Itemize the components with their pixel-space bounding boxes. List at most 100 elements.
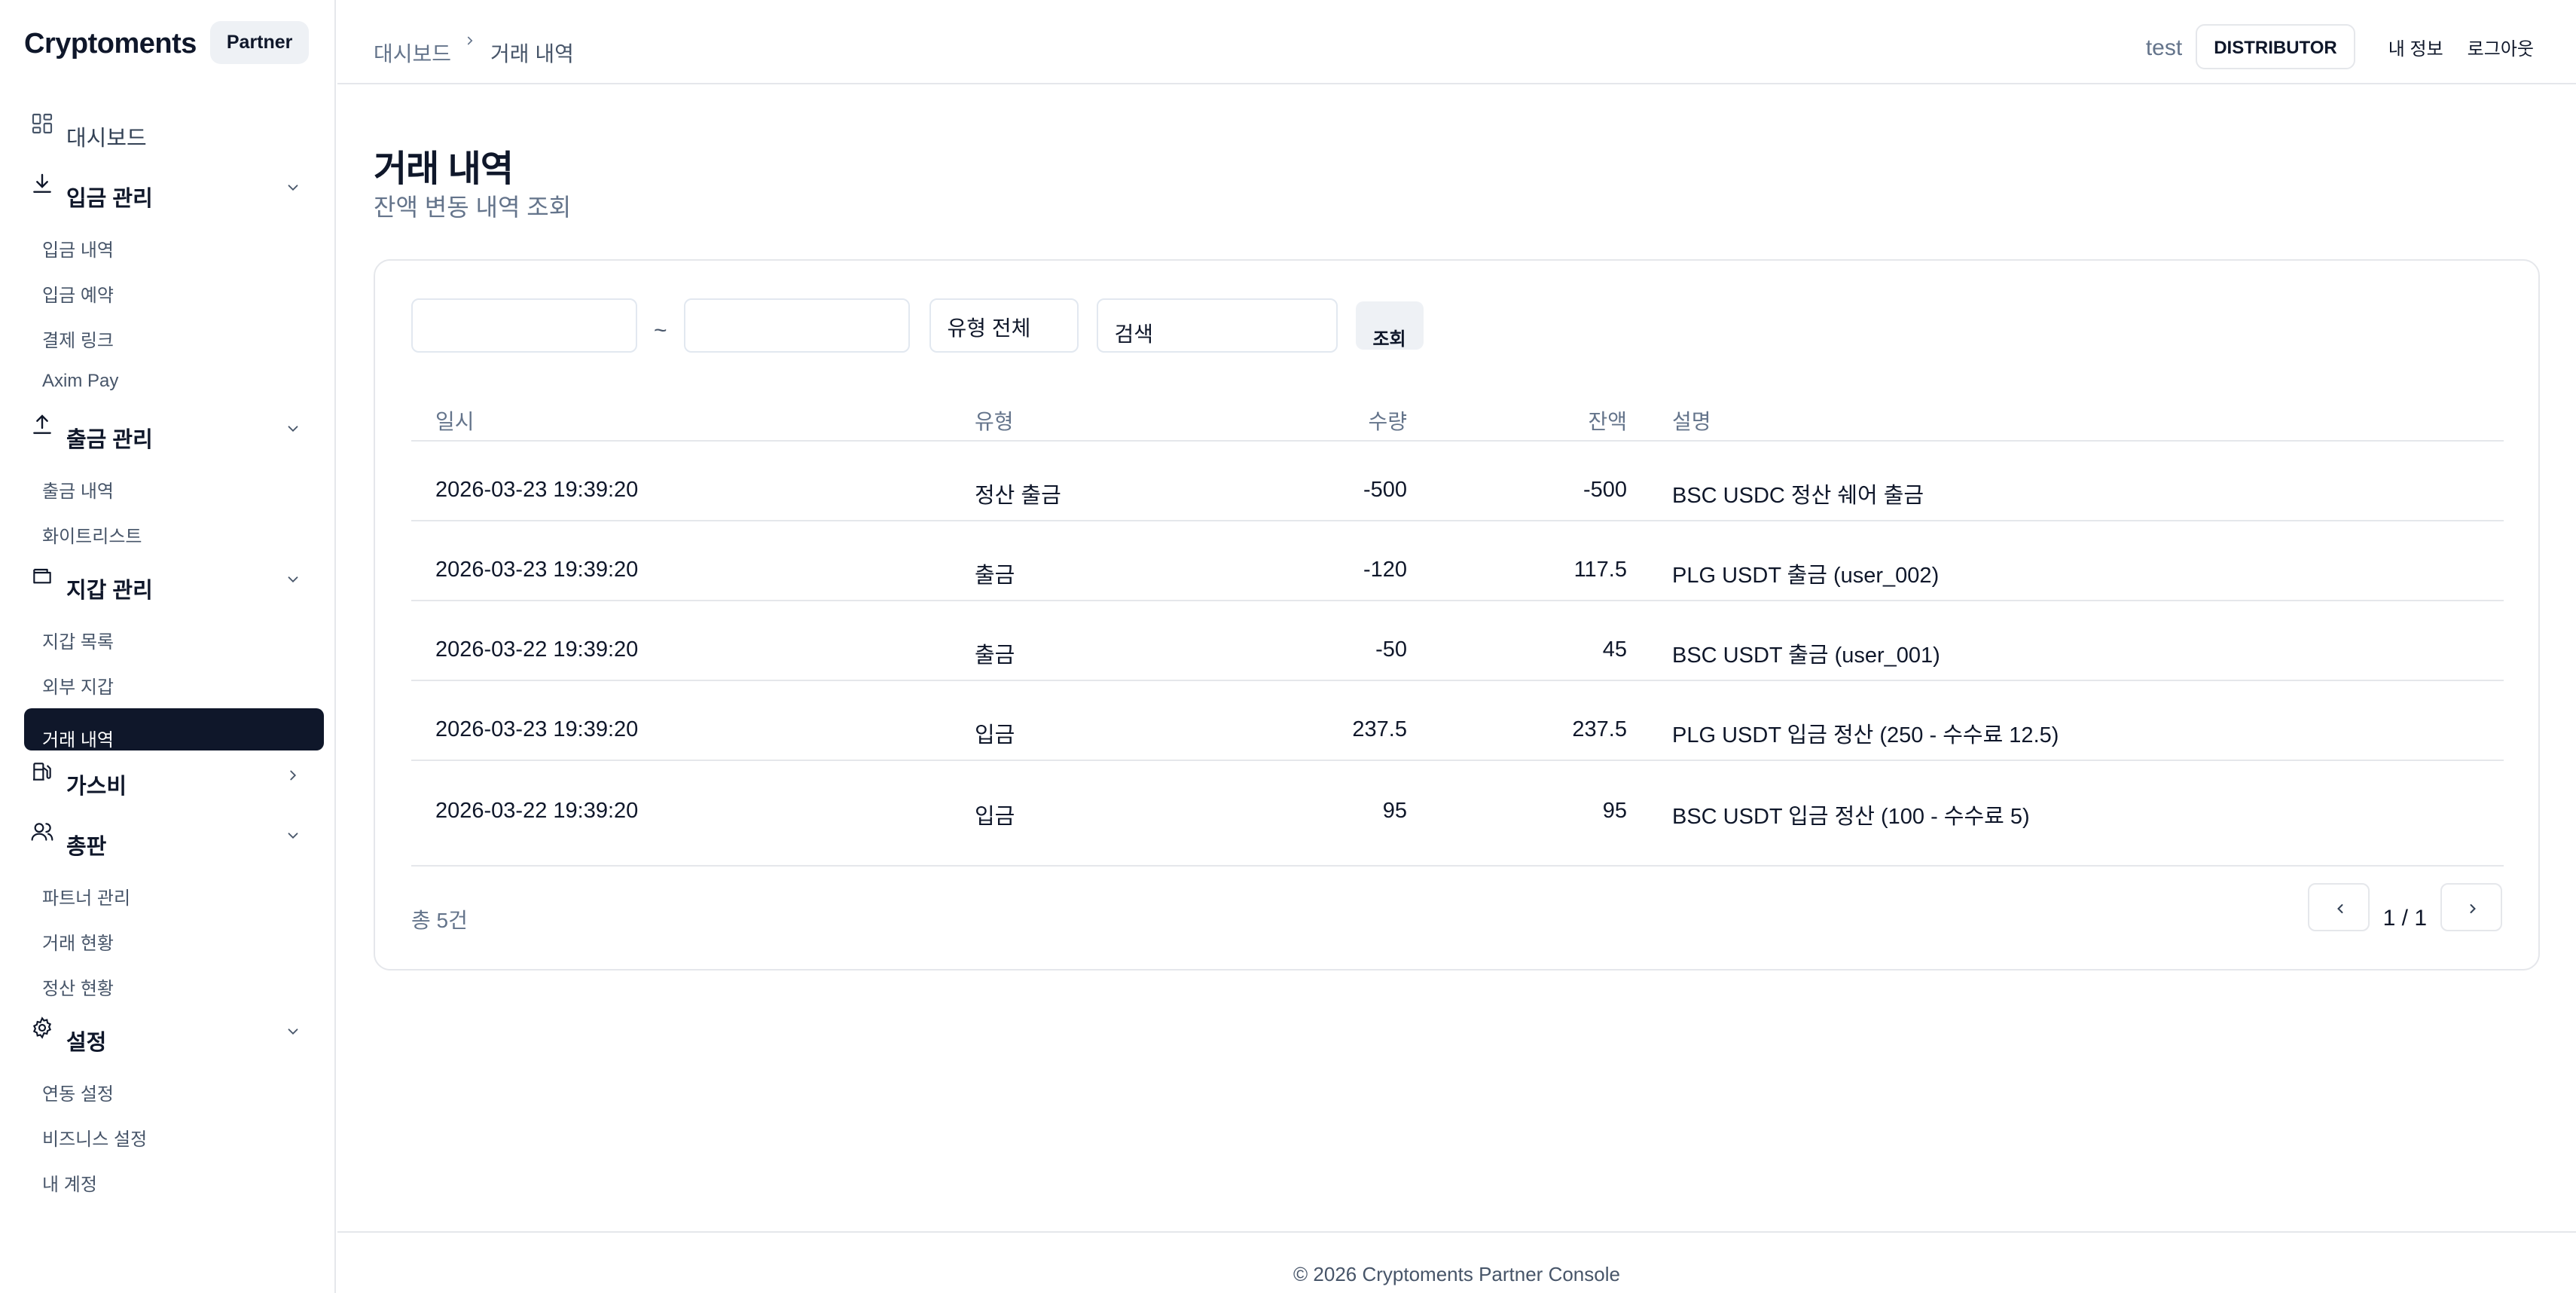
cell-description: PLG USDT 출금 (user_002) <box>1672 564 1940 588</box>
next-page-button[interactable] <box>2440 883 2502 931</box>
search-input[interactable]: 검색 <box>1096 298 1338 353</box>
sidebar-item-external-wallet[interactable]: 외부 지갑 <box>0 663 334 708</box>
cell-date: 2026-03-23 19:39:20 <box>435 717 639 741</box>
cell-amount: -50 <box>1375 637 1407 662</box>
chevron-down-icon <box>288 426 298 433</box>
cell-balance: -500 <box>1583 478 1627 502</box>
cell-type: 입금 <box>975 723 1015 747</box>
wallet-icon <box>33 568 51 584</box>
sidebar-item-label: 거래 현황 <box>42 934 114 954</box>
sidebar-item-deposit-reservation[interactable]: 입금 예약 <box>0 271 334 316</box>
cell-date: 2026-03-22 19:39:20 <box>435 637 639 662</box>
breadcrumb-current: 거래 내역 <box>490 42 574 66</box>
end-date-input[interactable] <box>683 298 910 353</box>
sidebar-item-deposit-history[interactable]: 입금 내역 <box>0 226 334 271</box>
sidebar-item-label: 정산 현황 <box>42 979 114 999</box>
sidebar-item-settlement-status[interactable]: 정산 현황 <box>0 964 334 1010</box>
breadcrumb-dashboard-link[interactable]: 대시보드 <box>374 38 451 68</box>
sidebar: Cryptoments Partner 대시보드 입금 관리 입금 내역 입금 … <box>0 0 336 1293</box>
cell-type: 입금 <box>975 805 1015 829</box>
cell-type: 출금 <box>975 564 1015 588</box>
sidebar-group-label: 설정 <box>66 1031 107 1055</box>
cell-type: 출금 <box>975 643 1015 668</box>
sidebar-item-trade-status[interactable]: 거래 현황 <box>0 919 334 964</box>
sidebar-group-gas[interactable]: 가스비 <box>0 753 334 814</box>
brand: Cryptoments Partner <box>24 21 310 64</box>
sidebar-group-label: 지갑 관리 <box>66 579 153 603</box>
filter-bar: ~ 유형 전체 검색 조회 <box>411 298 1424 353</box>
sidebar-group-withdrawal[interactable]: 출금 관리 <box>0 407 334 467</box>
sidebar-item-transactions[interactable]: 거래 내역 <box>0 708 334 753</box>
sidebar-item-whitelist[interactable]: 화이트리스트 <box>0 512 334 558</box>
sidebar-item-withdrawal-history[interactable]: 출금 내역 <box>0 467 334 512</box>
total-count: 총 5건 <box>411 909 468 932</box>
sidebar-group-label: 가스비 <box>66 775 127 799</box>
column-header-date: 일시 <box>435 410 475 433</box>
chevron-right-icon <box>467 36 473 45</box>
brand-badge: Partner <box>209 21 310 64</box>
sidebar-item-axim-pay[interactable]: Axim Pay <box>0 362 334 407</box>
sidebar-item-my-account[interactable]: 내 계정 <box>0 1160 334 1206</box>
pagination: 1 / 1 <box>2307 883 2502 931</box>
sidebar-item-dashboard[interactable]: 대시보드 <box>0 105 334 166</box>
transactions-card: ~ 유형 전체 검색 조회 일시 유형 수량 잔액 설명 2026-03-23 … <box>374 259 2540 971</box>
page-subtitle: 잔액 변동 내역 조회 <box>374 194 572 221</box>
sidebar-item-label: 입금 내역 <box>42 240 114 261</box>
transactions-table: 일시 유형 수량 잔액 설명 2026-03-23 19:39:20 정산 출금… <box>411 389 2504 867</box>
sidebar-item-label: 연동 설정 <box>42 1084 114 1105</box>
download-icon <box>33 173 51 193</box>
sidebar-group-label: 출금 관리 <box>66 428 153 452</box>
search-button[interactable]: 조회 <box>1355 301 1424 350</box>
cell-date: 2026-03-23 19:39:20 <box>435 558 639 582</box>
user-name: test <box>2145 35 2183 60</box>
top-header: 대시보드 거래 내역 test DISTRIBUTOR 내 정보 로그아웃 <box>337 0 2576 84</box>
start-date-input[interactable] <box>411 298 637 353</box>
chevron-down-icon <box>288 1029 298 1035</box>
chevron-down-icon <box>288 185 298 191</box>
date-range-separator: ~ <box>654 318 667 343</box>
sidebar-item-wallet-list[interactable]: 지갑 목록 <box>0 618 334 663</box>
table-row: 2026-03-22 19:39:20 출금 -50 45 BSC USDT 출… <box>411 601 2504 681</box>
page-indicator: 1 / 1 <box>2382 906 2427 931</box>
chevron-down-icon <box>288 833 298 839</box>
cell-date: 2026-03-22 19:39:20 <box>435 799 639 823</box>
sidebar-group-deposit[interactable]: 입금 관리 <box>0 166 334 226</box>
cell-date: 2026-03-23 19:39:20 <box>435 478 639 502</box>
column-header-type: 유형 <box>975 410 1014 433</box>
sidebar-group-distributor[interactable]: 총판 <box>0 814 334 874</box>
sidebar-item-partner-management[interactable]: 파트너 관리 <box>0 874 334 919</box>
cell-amount: 95 <box>1382 799 1407 823</box>
sidebar-item-label: 내 계정 <box>42 1175 97 1195</box>
cell-amount: -500 <box>1363 478 1407 502</box>
sidebar-item-label: 화이트리스트 <box>42 527 142 547</box>
chevron-down-icon <box>288 576 298 583</box>
sidebar-item-integration-settings[interactable]: 연동 설정 <box>0 1070 334 1115</box>
sidebar-item-business-settings[interactable]: 비즈니스 설정 <box>0 1115 334 1160</box>
cell-amount: 237.5 <box>1352 717 1407 741</box>
cell-description: BSC USDT 입금 정산 (100 - 수수료 5) <box>1672 805 2030 829</box>
sidebar-nav: 대시보드 입금 관리 입금 내역 입금 예약 결제 링크 Axim Pay 출금… <box>0 105 334 1206</box>
prev-page-button[interactable] <box>2307 883 2370 931</box>
sidebar-group-wallet[interactable]: 지갑 관리 <box>0 558 334 618</box>
sidebar-item-label: 대시보드 <box>66 127 147 151</box>
fuel-icon <box>33 763 51 781</box>
cell-description: PLG USDT 입금 정산 (250 - 수수료 12.5) <box>1672 723 2059 747</box>
chevron-right-icon <box>2470 904 2476 913</box>
gear-icon <box>32 1016 52 1039</box>
sidebar-item-label: 지갑 목록 <box>42 632 114 653</box>
type-select[interactable]: 유형 전체 <box>929 298 1079 353</box>
my-info-link[interactable]: 내 정보 <box>2388 34 2443 60</box>
cell-balance: 117.5 <box>1573 558 1627 582</box>
cell-amount: -120 <box>1363 558 1407 582</box>
layout-grid-icon <box>32 113 53 134</box>
breadcrumb: 대시보드 거래 내역 <box>374 36 574 68</box>
sidebar-group-settings[interactable]: 설정 <box>0 1010 334 1070</box>
sidebar-item-label: 외부 지갑 <box>42 677 114 698</box>
sidebar-item-payment-link[interactable]: 결제 링크 <box>0 316 334 362</box>
logout-link[interactable]: 로그아웃 <box>2468 34 2534 60</box>
sidebar-group-label: 총판 <box>66 835 107 859</box>
sidebar-item-label: 비즈니스 설정 <box>42 1129 148 1150</box>
column-header-amount: 수량 <box>1368 410 1407 433</box>
sidebar-item-label: 결제 링크 <box>42 331 114 351</box>
cell-balance: 237.5 <box>1572 717 1627 741</box>
